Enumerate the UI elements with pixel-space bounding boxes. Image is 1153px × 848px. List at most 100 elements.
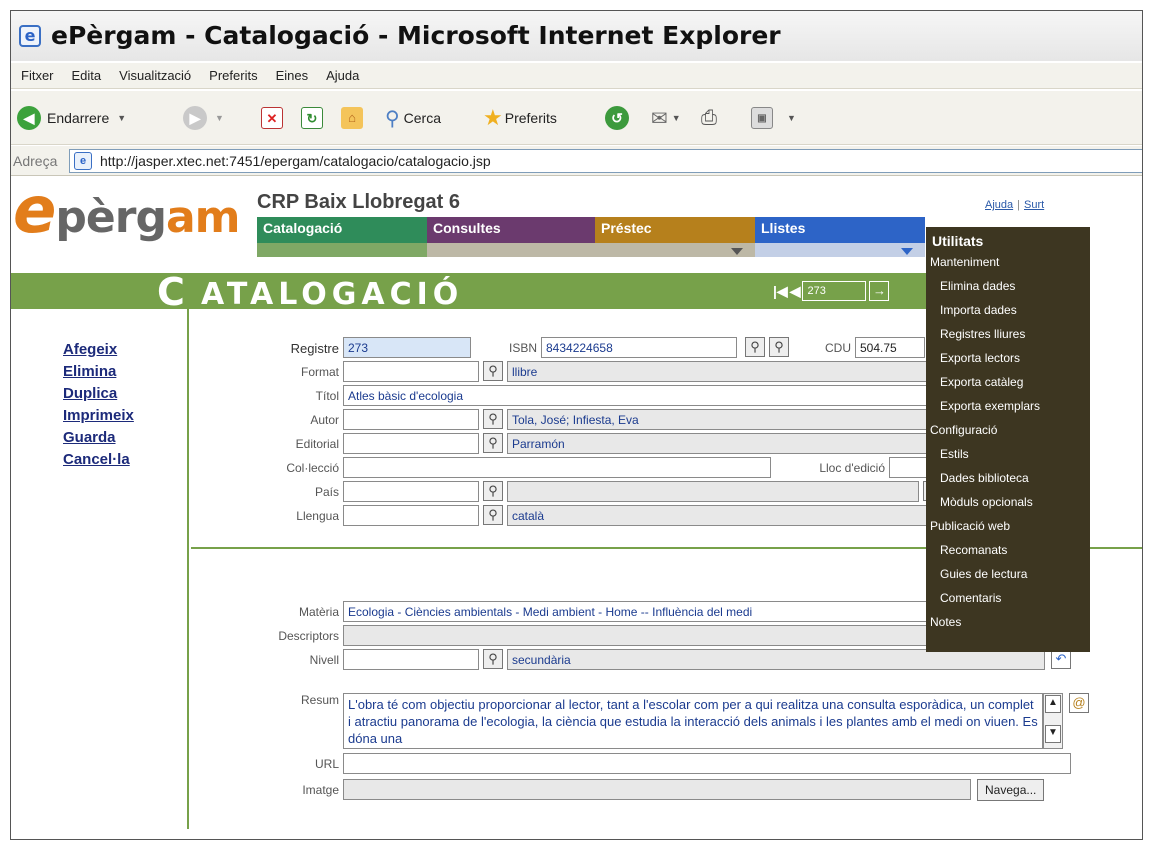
autor-search-icon[interactable]: ⚲ (483, 409, 503, 429)
tab-consultes-label: Consultes (433, 220, 501, 236)
edit-dropdown-icon[interactable]: ▼ (787, 113, 796, 123)
autor-code-field[interactable] (343, 409, 479, 430)
menu-ajuda[interactable]: Ajuda (316, 63, 367, 83)
utilitats-menu-item[interactable]: Exporta exemplars (926, 395, 1090, 419)
descriptors-field[interactable] (343, 625, 943, 646)
favorites-button[interactable]: ★ Preferits (483, 105, 557, 131)
help-link[interactable]: Ajuda (985, 199, 1013, 211)
url-field[interactable] (343, 753, 1071, 774)
row-url: URL (191, 753, 1142, 775)
cdu-field[interactable]: 504.75 (855, 337, 925, 358)
forward-dropdown-icon[interactable]: ▼ (215, 113, 224, 123)
tab-catalogacio[interactable]: Catalogació (257, 217, 427, 257)
nivell-search-icon[interactable]: ⚲ (483, 649, 503, 669)
record-number-input[interactable]: 273 (802, 281, 867, 301)
chevron-down-icon (731, 248, 743, 255)
tab-prestec[interactable]: Préstec (595, 217, 755, 257)
utilitats-menu-item[interactable]: Manteniment (926, 251, 1090, 275)
menu-fitxer[interactable]: Fitxer (11, 63, 62, 83)
autor-field: Tola, José; Infiesta, Eva (507, 409, 947, 430)
format-code-field[interactable] (343, 361, 479, 382)
section-title: ATALOGACIÓ (201, 277, 464, 312)
tab-llistes[interactable]: Llistes (755, 217, 925, 257)
action-duplica[interactable]: Duplica (63, 385, 117, 402)
refresh-icon: ↻ (301, 107, 323, 129)
first-record-icon[interactable]: |◀ (773, 283, 788, 300)
editorial-search-icon[interactable]: ⚲ (483, 433, 503, 453)
menu-eines[interactable]: Eines (266, 63, 317, 83)
home-icon: ⌂ (341, 107, 363, 129)
tab-consultes[interactable]: Consultes (427, 217, 595, 257)
menu-preferits[interactable]: Preferits (199, 63, 265, 83)
utilitats-menu-item[interactable]: Configuració (926, 419, 1090, 443)
resum-textarea[interactable]: L'obra té com objectiu proporcionar al l… (343, 693, 1043, 749)
utilitats-menu-item[interactable]: Dades biblioteca (926, 467, 1090, 491)
action-cancella[interactable]: Cancel·la (63, 451, 130, 468)
tab-prestec-label: Préstec (601, 220, 652, 236)
isbn-label: ISBN (508, 341, 537, 355)
mail-button[interactable]: ✉ ▼ (651, 105, 681, 131)
utilitats-menu-item[interactable]: Comentaris (926, 587, 1090, 611)
isbn-search-icon[interactable]: ⚲ (745, 337, 765, 357)
go-record-button[interactable]: → (869, 281, 890, 301)
nivell-code-field[interactable] (343, 649, 479, 670)
menu-edita[interactable]: Edita (62, 63, 110, 83)
isbn-field[interactable]: 8434224658 (541, 337, 737, 358)
search-label: Cerca (403, 110, 442, 126)
colleccio-field[interactable] (343, 457, 771, 478)
isbn-import-icon[interactable]: ⚲ (769, 337, 789, 357)
special-char-icon[interactable]: @ (1069, 693, 1089, 713)
resum-scrollbar[interactable]: ▲ ▼ (1043, 693, 1063, 749)
utilitats-menu-item[interactable]: Registres lliures (926, 323, 1090, 347)
action-guarda[interactable]: Guarda (63, 429, 116, 446)
search-button[interactable]: ⚲ Cerca (385, 105, 441, 131)
format-search-icon[interactable]: ⚲ (483, 361, 503, 381)
action-elimina[interactable]: Elimina (63, 363, 116, 380)
utilitats-menu-title[interactable]: Utilitats (926, 227, 1090, 251)
action-imprimeix[interactable]: Imprimeix (63, 407, 134, 424)
previous-record-icon[interactable]: ◀ (790, 283, 801, 300)
utilitats-menu-item[interactable]: Exporta lectors (926, 347, 1090, 371)
format-field: llibre (507, 361, 947, 382)
exit-link[interactable]: Surt (1024, 199, 1044, 211)
utilitats-menu-item[interactable]: Elimina dades (926, 275, 1090, 299)
utilitats-menu-item[interactable]: Importa dades (926, 299, 1090, 323)
utilitats-menu-item[interactable]: Publicació web (926, 515, 1090, 539)
scroll-down-icon[interactable]: ▼ (1045, 725, 1061, 743)
editorial-code-field[interactable] (343, 433, 479, 454)
edit-button[interactable]: ▣ ▼ (751, 105, 796, 131)
utilitats-menu-item[interactable]: Estils (926, 443, 1090, 467)
utilitats-menu-item[interactable]: Mòduls opcionals (926, 491, 1090, 515)
nivell-field: secundària (507, 649, 1045, 670)
menu-visualitzacio[interactable]: Visualització (109, 63, 199, 83)
imatge-field[interactable] (343, 779, 971, 800)
lloc-edicio-label: Lloc d'edició (819, 461, 885, 475)
scroll-up-icon[interactable]: ▲ (1045, 695, 1061, 713)
titol-field[interactable]: Atles bàsic d'ecologia (343, 385, 943, 406)
address-input[interactable]: e http://jasper.xtec.net:7451/epergam/ca… (69, 149, 1142, 173)
stop-button[interactable]: ✕ (261, 105, 283, 131)
forward-button[interactable]: ▶ ▼ (183, 105, 224, 131)
llengua-code-field[interactable] (343, 505, 479, 526)
back-dropdown-icon[interactable]: ▼ (117, 113, 126, 123)
materia-field[interactable]: Ecologia - Ciències ambientals - Medi am… (343, 601, 943, 622)
pais-search-icon[interactable]: ⚲ (483, 481, 503, 501)
back-button[interactable]: ◀ Endarrere ▼ (17, 105, 126, 131)
mail-dropdown-icon[interactable]: ▼ (672, 113, 681, 123)
link-separator: | (1017, 199, 1020, 211)
utilitats-menu-item[interactable]: Recomanats (926, 539, 1090, 563)
action-afegeix[interactable]: Afegeix (63, 341, 117, 358)
pais-code-field[interactable] (343, 481, 479, 502)
refresh-button[interactable]: ↻ (301, 105, 323, 131)
print-button[interactable]: ⎙ (701, 105, 717, 131)
browse-button[interactable]: Navega... (977, 779, 1045, 801)
history-button[interactable]: ↺ (605, 105, 629, 131)
utilitats-menu-item[interactable]: Exporta catàleg (926, 371, 1090, 395)
llengua-search-icon[interactable]: ⚲ (483, 505, 503, 525)
home-button[interactable]: ⌂ (341, 105, 363, 131)
pais-field (507, 481, 919, 502)
utilitats-menu-item[interactable]: Notes (926, 611, 1090, 635)
editorial-field: Parramón (507, 433, 947, 454)
utilitats-menu-item[interactable]: Guies de lectura (926, 563, 1090, 587)
undo-icon[interactable]: ↶ (1051, 649, 1071, 669)
